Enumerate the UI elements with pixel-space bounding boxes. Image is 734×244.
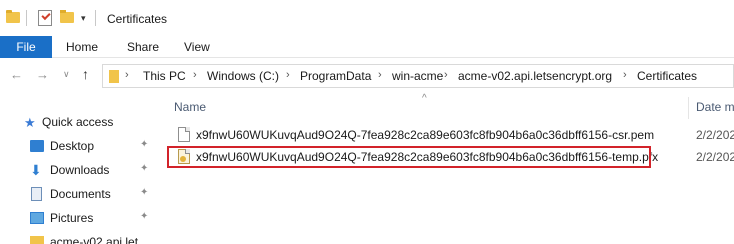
sidebar-item-label: Downloads [50, 163, 110, 177]
tab-home[interactable]: Home [66, 36, 98, 58]
file-name: x9fnwU60WUKuvqAud9O24Q-7fea928c2ca89e603… [196, 128, 655, 142]
tab-share[interactable]: Share [127, 36, 159, 58]
breadcrumb-certificates[interactable]: Certificates [637, 69, 697, 83]
tab-file[interactable]: File [0, 36, 52, 58]
properties-icon[interactable] [38, 10, 52, 26]
chevron-down-icon[interactable]: ▾ [81, 13, 86, 24]
pin-icon[interactable]: ✦ [140, 211, 148, 222]
new-folder-icon[interactable] [60, 10, 74, 23]
folder-icon [30, 236, 44, 244]
star-icon: ★ [24, 115, 36, 130]
file-row-csr-pem[interactable]: x9fnwU60WUKuvqAud9O24Q-7fea928c2ca89e603… [160, 125, 734, 145]
tab-view[interactable]: View [184, 36, 210, 58]
documents-icon [31, 187, 42, 201]
column-divider[interactable] [688, 97, 689, 119]
breadcrumb-programdata[interactable]: ProgramData [300, 69, 371, 83]
breadcrumb-separator[interactable]: › [193, 69, 197, 81]
sidebar-item-label: Documents [50, 187, 111, 201]
up-arrow-icon[interactable]: ↑ [82, 66, 89, 82]
title-bar: ▾ Certificates [0, 0, 734, 36]
breadcrumb-this-pc[interactable]: This PC [143, 69, 186, 83]
column-header-date-modified[interactable]: Date m [696, 100, 734, 114]
pin-icon[interactable]: ✦ [140, 139, 148, 150]
sort-ascending-icon: ^ [422, 93, 427, 104]
sidebar-item-quick-access[interactable]: ★ Quick access [0, 111, 160, 133]
desktop-icon [30, 140, 44, 152]
sidebar-item-acme[interactable]: acme-v02.api.let [0, 231, 160, 244]
navigation-bar: ← → ∨ ↑ › This PC › Windows (C:) › Progr… [0, 59, 734, 93]
breadcrumb-separator[interactable]: › [125, 69, 129, 81]
divider [95, 10, 96, 26]
pem-file-icon [178, 127, 190, 142]
sidebar-item-label: Pictures [50, 211, 94, 225]
sidebar-item-pictures[interactable]: Pictures ✦ [0, 207, 160, 229]
sidebar-item-label: acme-v02.api.let [50, 235, 139, 244]
pictures-icon [30, 212, 44, 224]
divider [26, 10, 27, 26]
pin-icon[interactable]: ✦ [140, 163, 148, 174]
forward-arrow-icon[interactable]: → [36, 67, 49, 82]
breadcrumb-separator[interactable]: › [286, 69, 290, 81]
column-header-name[interactable]: Name [174, 100, 206, 114]
sidebar-item-documents[interactable]: Documents ✦ [0, 183, 160, 205]
download-icon: ⬇ [30, 162, 42, 178]
breadcrumb-win-acme[interactable]: win-acme [392, 69, 443, 83]
sidebar-item-desktop[interactable]: Desktop ✦ [0, 135, 160, 157]
sidebar-item-label: Desktop [50, 139, 95, 153]
ribbon-tabs: File Home Share View [0, 36, 734, 58]
breadcrumb-windows-c[interactable]: Windows (C:) [207, 69, 279, 83]
breadcrumb-separator[interactable]: › [623, 69, 627, 81]
address-bar[interactable]: › This PC › Windows (C:) › ProgramData ›… [102, 64, 734, 88]
pin-icon[interactable]: ✦ [140, 187, 148, 198]
navigation-pane: ★ Quick access Desktop ✦ ⬇ Downloads ✦ D… [0, 93, 160, 244]
folder-icon [6, 10, 20, 23]
highlight-box [167, 146, 651, 168]
file-date: 2/2/202 [696, 128, 734, 142]
breadcrumb-acme-v02[interactable]: acme-v02.api.letsencrypt.org [458, 69, 612, 83]
window-title: Certificates [107, 12, 168, 26]
breadcrumb-separator[interactable]: › [444, 69, 448, 81]
back-arrow-icon[interactable]: ← [10, 67, 23, 82]
file-list: ^ Name Date m x9fnwU60WUKuvqAud9O24Q-7fe… [160, 93, 734, 244]
sidebar-item-downloads[interactable]: ⬇ Downloads ✦ [0, 159, 160, 181]
sidebar-item-label: Quick access [42, 115, 114, 129]
file-date: 2/2/202 [696, 150, 734, 164]
folder-icon [109, 70, 119, 83]
breadcrumb-separator[interactable]: › [378, 69, 382, 81]
recent-locations-icon[interactable]: ∨ [63, 69, 70, 80]
